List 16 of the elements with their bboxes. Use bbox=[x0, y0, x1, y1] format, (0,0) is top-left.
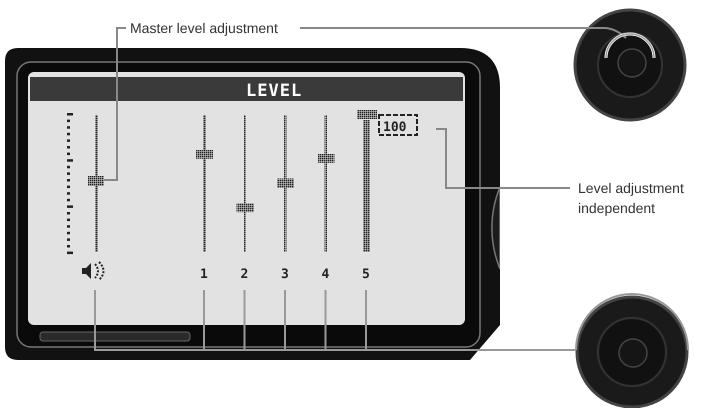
master-slider-thumb[interactable] bbox=[88, 176, 104, 186]
channel-label: 2 bbox=[240, 267, 248, 282]
level-readout: 100 bbox=[378, 114, 418, 136]
callout-label: Master level adjustment bbox=[130, 20, 278, 36]
level-fill-bar[interactable] bbox=[363, 120, 370, 252]
screen-title: LEVEL bbox=[246, 81, 302, 101]
channel-label: 5 bbox=[362, 267, 370, 282]
callout-label: Level adjustment independent bbox=[578, 180, 684, 216]
channel-label: 1 bbox=[200, 267, 208, 282]
channel-label: 4 bbox=[322, 267, 330, 282]
slider-cap[interactable] bbox=[357, 110, 377, 119]
slider-thumb[interactable] bbox=[196, 150, 213, 159]
slider-thumb[interactable] bbox=[236, 203, 254, 212]
channel-label: 3 bbox=[281, 267, 289, 282]
slider-thumb[interactable] bbox=[277, 178, 294, 188]
speaker-icon bbox=[82, 261, 104, 281]
